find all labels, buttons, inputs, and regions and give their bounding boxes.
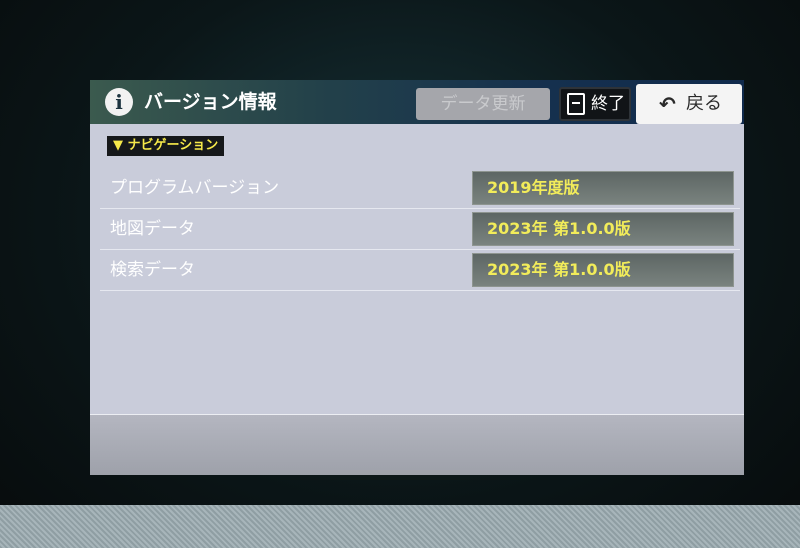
footer-bar: [90, 414, 744, 475]
row-value: 2019年度版: [472, 171, 734, 205]
page-title: バージョン情報: [144, 91, 277, 113]
info-icon: i: [105, 88, 133, 116]
row-label: 検索データ: [110, 260, 195, 280]
exit-door-icon: [567, 93, 585, 115]
end-button[interactable]: 終了: [559, 87, 631, 121]
back-button[interactable]: ↶ 戻る: [636, 84, 742, 124]
row-value: 2023年 第1.0.0版: [472, 253, 734, 287]
row-value: 2023年 第1.0.0版: [472, 212, 734, 246]
dashboard-trim: [0, 505, 800, 548]
row-label: 地図データ: [110, 219, 195, 239]
section-header: ▼ ナビゲーション: [107, 136, 225, 156]
navigation-screen: i バージョン情報 データ更新 終了 ↶ 戻る ▼ ナビゲーション プログラムバ…: [90, 80, 744, 475]
version-row-search: 検索データ 2023年 第1.0.0版: [100, 250, 740, 291]
row-label: プログラムバージョン: [110, 178, 280, 198]
version-row-program: プログラムバージョン 2019年度版: [100, 168, 740, 209]
data-update-button[interactable]: データ更新: [416, 88, 550, 120]
back-arrow-icon: ↶: [659, 92, 676, 116]
end-button-label: 終了: [591, 94, 625, 114]
title-bar: i バージョン情報 データ更新 終了 ↶ 戻る: [90, 80, 744, 124]
version-row-map: 地図データ 2023年 第1.0.0版: [100, 209, 740, 250]
triangle-down-icon: ▼: [113, 138, 123, 153]
back-button-label: 戻る: [686, 93, 722, 114]
section-title: ナビゲーション: [127, 138, 219, 153]
